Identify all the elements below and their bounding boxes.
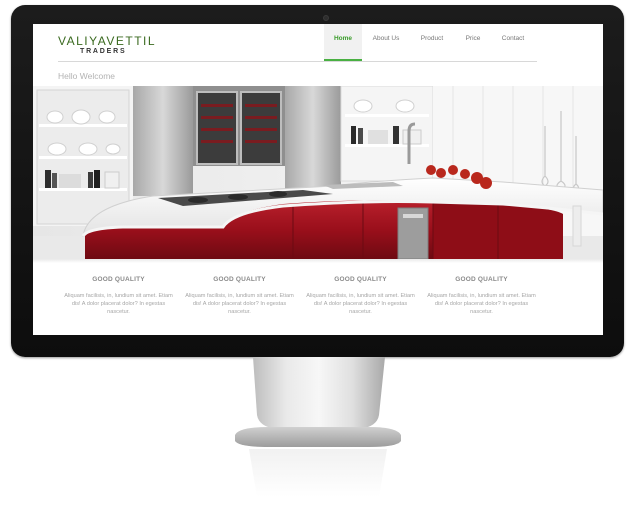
site-logo[interactable]: VALIYAVETTIL TRADERS bbox=[58, 34, 156, 55]
logo-name: VALIYAVETTIL bbox=[58, 34, 157, 48]
feature-column: GOOD QUALITY Aliquam facilisis, in, lund… bbox=[421, 276, 542, 316]
website-screen: VALIYAVETTIL TRADERS Home About Us Produ… bbox=[33, 24, 603, 335]
feature-text: Aliquam facilisis, in, lundium sit amet.… bbox=[306, 293, 415, 315]
camera-dot bbox=[323, 15, 329, 21]
feature-title: GOOD QUALITY bbox=[92, 276, 145, 283]
hero-bottom-shadow bbox=[33, 259, 603, 263]
welcome-text: Hello Welcome bbox=[58, 71, 116, 81]
hero-kitchen-image bbox=[33, 86, 603, 259]
feature-column: GOOD QUALITY Aliquam facilisis, in, lund… bbox=[58, 276, 179, 316]
feature-text: Aliquam facilisis, in, lundium sit amet.… bbox=[185, 293, 294, 315]
nav-home[interactable]: Home bbox=[324, 24, 362, 61]
nav-price[interactable]: Price bbox=[454, 24, 492, 61]
nav-product[interactable]: Product bbox=[410, 24, 454, 61]
main-nav: Home About Us Product Price Contact bbox=[324, 24, 534, 61]
feature-title: GOOD QUALITY bbox=[455, 276, 508, 283]
feature-column: GOOD QUALITY Aliquam facilisis, in, lund… bbox=[179, 276, 300, 316]
nav-about-us[interactable]: About Us bbox=[362, 24, 410, 61]
feature-title: GOOD QUALITY bbox=[213, 276, 266, 283]
header-divider bbox=[58, 61, 537, 62]
nav-contact[interactable]: Contact bbox=[492, 24, 534, 61]
feature-text: Aliquam facilisis, in, lundium sit amet.… bbox=[427, 293, 536, 315]
feature-text: Aliquam facilisis, in, lundium sit amet.… bbox=[64, 293, 173, 315]
feature-title: GOOD QUALITY bbox=[334, 276, 387, 283]
feature-column: GOOD QUALITY Aliquam facilisis, in, lund… bbox=[300, 276, 421, 316]
logo-subtitle: TRADERS bbox=[80, 48, 127, 55]
monitor-stand bbox=[229, 357, 407, 497]
features-row: GOOD QUALITY Aliquam facilisis, in, lund… bbox=[58, 276, 558, 316]
